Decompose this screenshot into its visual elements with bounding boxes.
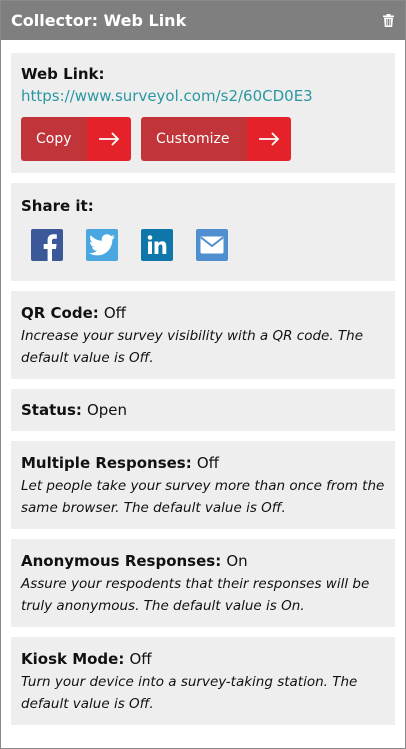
anonymous-responses-value: On — [226, 552, 248, 570]
anonymous-responses-row: Anonymous Responses: On — [21, 551, 385, 571]
multiple-responses-value: Off — [196, 454, 219, 472]
collector-panel: Collector: Web Link Web Link: https://ww… — [0, 0, 406, 749]
qr-code-card[interactable]: QR Code: Off Increase your survey visibi… — [11, 291, 395, 379]
qr-code-description: Increase your survey visibility with a Q… — [21, 328, 364, 366]
copy-button[interactable]: Copy — [21, 117, 131, 161]
arrow-right-icon — [247, 117, 291, 161]
customize-button[interactable]: Customize — [141, 117, 291, 161]
web-link-url[interactable]: https://www.surveyol.com/s2/60CD0E3 — [21, 87, 385, 105]
qr-code-value: Off — [103, 304, 126, 322]
kiosk-mode-row: Kiosk Mode: Off — [21, 649, 385, 669]
anonymous-responses-label: Anonymous Responses: — [21, 552, 222, 570]
multiple-responses-description: Let people take your survey more than on… — [21, 478, 385, 516]
web-link-card: Web Link: https://www.surveyol.com/s2/60… — [11, 53, 395, 173]
facebook-icon[interactable] — [31, 229, 63, 261]
email-icon[interactable] — [196, 229, 228, 261]
status-value: Open — [86, 401, 128, 419]
linkedin-icon[interactable] — [141, 229, 173, 261]
web-link-label: Web Link: — [21, 65, 105, 83]
multiple-responses-label: Multiple Responses: — [21, 454, 192, 472]
status-card[interactable]: Status: Open — [11, 389, 395, 431]
status-row: Status: Open — [21, 400, 385, 420]
status-label: Status: — [21, 401, 82, 419]
kiosk-mode-value: Off — [129, 650, 152, 668]
arrow-right-icon — [87, 117, 131, 161]
kiosk-mode-card[interactable]: Kiosk Mode: Off Turn your device into a … — [11, 637, 395, 725]
multiple-responses-row: Multiple Responses: Off — [21, 453, 385, 473]
qr-code-label: QR Code: — [21, 304, 99, 322]
twitter-icon[interactable] — [86, 229, 118, 261]
qr-code-row: QR Code: Off — [21, 303, 385, 323]
web-link-actions: Copy Customize — [21, 117, 385, 161]
anonymous-responses-description: Assure your respodents that their respon… — [21, 576, 370, 614]
share-icons — [21, 229, 385, 261]
panel-title: Collector: Web Link — [11, 11, 187, 30]
panel-content: Web Link: https://www.surveyol.com/s2/60… — [1, 40, 405, 725]
copy-button-label: Copy — [21, 117, 87, 161]
anonymous-responses-card[interactable]: Anonymous Responses: On Assure your resp… — [11, 539, 395, 627]
kiosk-mode-label: Kiosk Mode: — [21, 650, 125, 668]
kiosk-mode-description: Turn your device into a survey-taking st… — [21, 674, 358, 712]
customize-button-label: Customize — [141, 117, 247, 161]
multiple-responses-card[interactable]: Multiple Responses: Off Let people take … — [11, 441, 395, 529]
panel-header: Collector: Web Link — [1, 1, 405, 40]
share-label: Share it: — [21, 197, 94, 215]
share-card: Share it: — [11, 183, 395, 281]
trash-icon[interactable] — [381, 14, 395, 28]
